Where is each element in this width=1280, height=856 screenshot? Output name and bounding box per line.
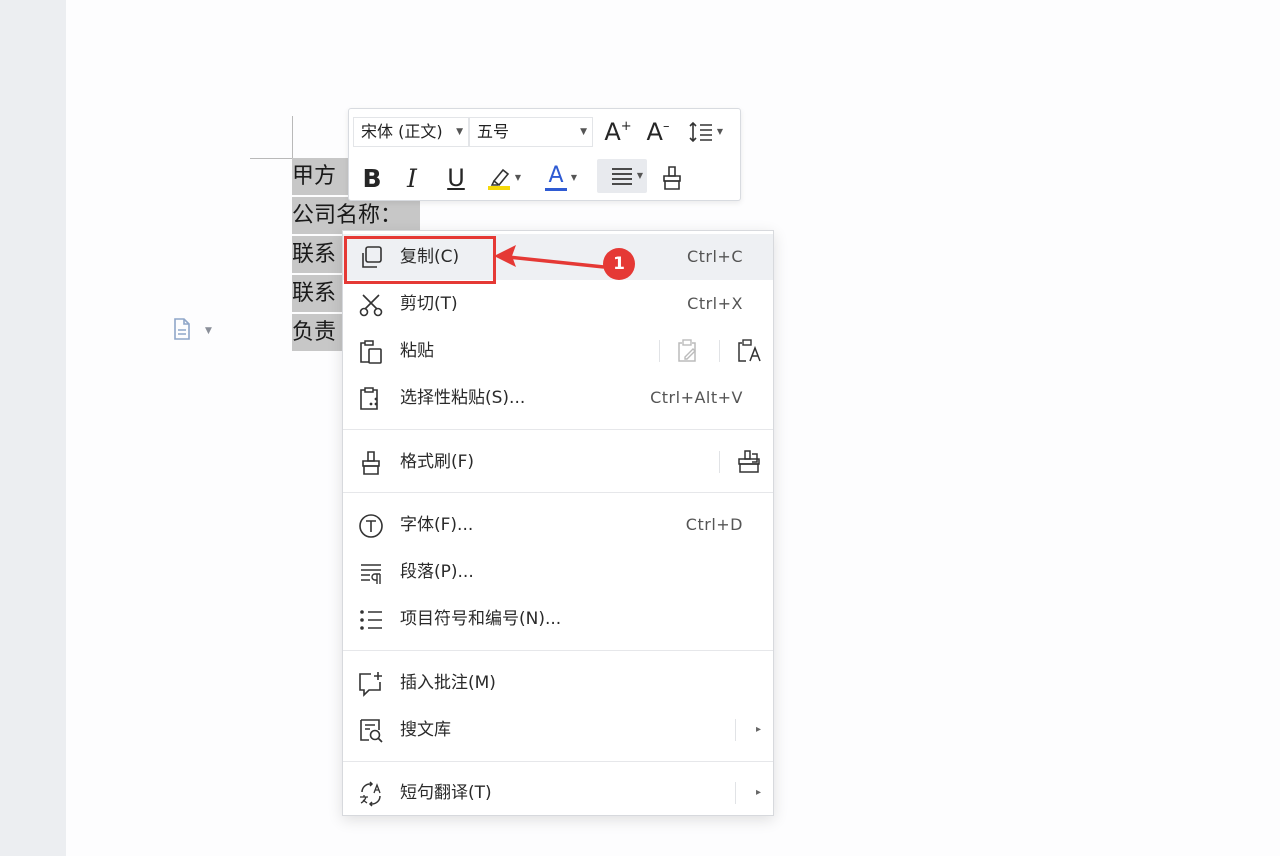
- line-spacing-button[interactable]: ▼: [685, 115, 723, 149]
- format-painter-button[interactable]: [655, 161, 689, 195]
- doc-line-party-a[interactable]: 甲方: [292, 158, 350, 195]
- paste-special-icon: [357, 385, 385, 413]
- menu-item-label: 格式刷(F): [400, 452, 475, 472]
- menu-item-shortcut: Ctrl+Alt+V: [650, 388, 743, 407]
- menu-item-label: 搜文库: [400, 720, 451, 740]
- align-button[interactable]: ▼: [597, 159, 647, 193]
- search-document-icon: [357, 717, 385, 745]
- chevron-down-icon: ▼: [580, 127, 587, 137]
- font-size-select[interactable]: 五号 ▼: [469, 117, 593, 147]
- paste-text-only-icon[interactable]: [735, 337, 763, 365]
- menu-item-label: 插入批注(M): [400, 673, 496, 693]
- underline-button[interactable]: U: [439, 161, 473, 195]
- chevron-down-icon: ▼: [570, 173, 577, 182]
- divider: [659, 340, 660, 362]
- chevron-down-icon: ▼: [456, 127, 463, 137]
- format-painter-icon: [357, 449, 385, 477]
- menu-item-label: 项目符号和编号(N)...: [400, 609, 562, 629]
- doc-line-contact-1[interactable]: 联系: [292, 236, 344, 273]
- divider: [735, 719, 736, 741]
- minus-icon: –: [662, 118, 670, 134]
- line-spacing-icon: [689, 121, 712, 143]
- menu-item-paste-special[interactable]: 选择性粘贴(S)... Ctrl+Alt+V: [343, 375, 773, 421]
- menu-separator: [343, 429, 773, 430]
- highlighter-icon: [488, 168, 510, 190]
- divider: [719, 340, 720, 362]
- menu-item-label: 字体(F)...: [400, 515, 474, 535]
- menu-item-font[interactable]: 字体(F)... Ctrl+D: [343, 502, 773, 548]
- divider: [719, 451, 720, 473]
- menu-item-label: 粘贴: [400, 341, 434, 361]
- left-gutter: [0, 0, 66, 856]
- font-color-button[interactable]: A ▼: [539, 161, 577, 195]
- paste-icon: [357, 338, 385, 366]
- font-name-select[interactable]: 宋体 (正文) ▼: [353, 117, 469, 147]
- chevron-down-icon: ▼: [514, 173, 521, 182]
- menu-item-insert-comment[interactable]: 插入批注(M): [343, 660, 773, 706]
- menu-item-shortcut: Ctrl+X: [687, 294, 743, 313]
- multi-format-painter-icon[interactable]: [735, 448, 763, 476]
- menu-item-shortcut: Ctrl+D: [685, 515, 743, 534]
- doc-line-responsible[interactable]: 负责: [292, 314, 344, 351]
- bold-button[interactable]: B: [355, 161, 389, 195]
- menu-item-translate[interactable]: 短句翻译(T) ▸: [343, 770, 773, 816]
- menu-item-bullets-numbering[interactable]: 项目符号和编号(N)...: [343, 596, 773, 642]
- menu-item-label: 短句翻译(T): [400, 783, 492, 803]
- grow-font-button[interactable]: A +: [601, 115, 635, 149]
- page-crop-mark: [292, 116, 293, 158]
- divider: [735, 782, 736, 804]
- scissors-icon: [357, 291, 385, 319]
- menu-item-format-painter[interactable]: 格式刷(F): [343, 439, 773, 485]
- paragraph-layout-icon[interactable]: [172, 318, 192, 340]
- menu-item-label: 剪切(T): [400, 294, 458, 314]
- submenu-arrow-icon: ▸: [755, 724, 761, 735]
- format-painter-icon: [663, 166, 681, 190]
- shrink-font-button[interactable]: A –: [641, 115, 675, 149]
- italic-button[interactable]: I: [395, 161, 429, 195]
- context-menu: 复制(C) Ctrl+C 剪切(T) Ctrl+X 粘贴 选择性粘贴(S)...…: [342, 230, 774, 816]
- mini-format-toolbar: 宋体 (正文) ▼ 五号 ▼ A + A – ▼ B I U ▼ A ▼ ▼: [348, 108, 741, 201]
- menu-item-search-library[interactable]: 搜文库 ▸: [343, 707, 773, 753]
- font-circle-t-icon: [357, 512, 385, 540]
- annotation-arrow-icon: [494, 245, 605, 269]
- align-justify-icon: [612, 168, 632, 185]
- comment-add-icon: [357, 670, 385, 698]
- menu-item-shortcut: Ctrl+C: [686, 247, 743, 266]
- paragraph-icon: [357, 559, 385, 587]
- menu-item-label: 选择性粘贴(S)...: [400, 388, 526, 408]
- translate-icon: [357, 780, 385, 808]
- menu-separator: [343, 492, 773, 493]
- annotation-step-badge: 1: [603, 248, 635, 280]
- doc-line-contact-2[interactable]: 联系: [292, 275, 344, 312]
- chevron-down-icon: ▼: [636, 171, 643, 180]
- chevron-down-icon[interactable]: ▼: [205, 326, 212, 336]
- menu-item-paste[interactable]: 粘贴: [343, 328, 773, 374]
- menu-item-label: 段落(P)...: [400, 562, 474, 582]
- highlight-button[interactable]: ▼: [483, 161, 521, 195]
- bullet-list-icon: [357, 606, 385, 634]
- chevron-down-icon: ▼: [716, 127, 723, 136]
- page-crop-mark: [250, 158, 292, 159]
- doc-line-company-name[interactable]: 公司名称：: [292, 197, 420, 234]
- submenu-arrow-icon: ▸: [755, 787, 761, 798]
- plus-icon: +: [620, 118, 632, 134]
- menu-item-cut[interactable]: 剪切(T) Ctrl+X: [343, 281, 773, 327]
- menu-separator: [343, 761, 773, 762]
- paste-keep-format-icon[interactable]: [675, 337, 703, 365]
- font-color-swatch: [545, 188, 567, 191]
- menu-separator: [343, 650, 773, 651]
- annotation-highlight-box: [344, 236, 496, 284]
- font-size-value: 五号: [477, 122, 510, 141]
- menu-item-paragraph[interactable]: 段落(P)...: [343, 549, 773, 595]
- font-name-value: 宋体 (正文): [361, 122, 443, 141]
